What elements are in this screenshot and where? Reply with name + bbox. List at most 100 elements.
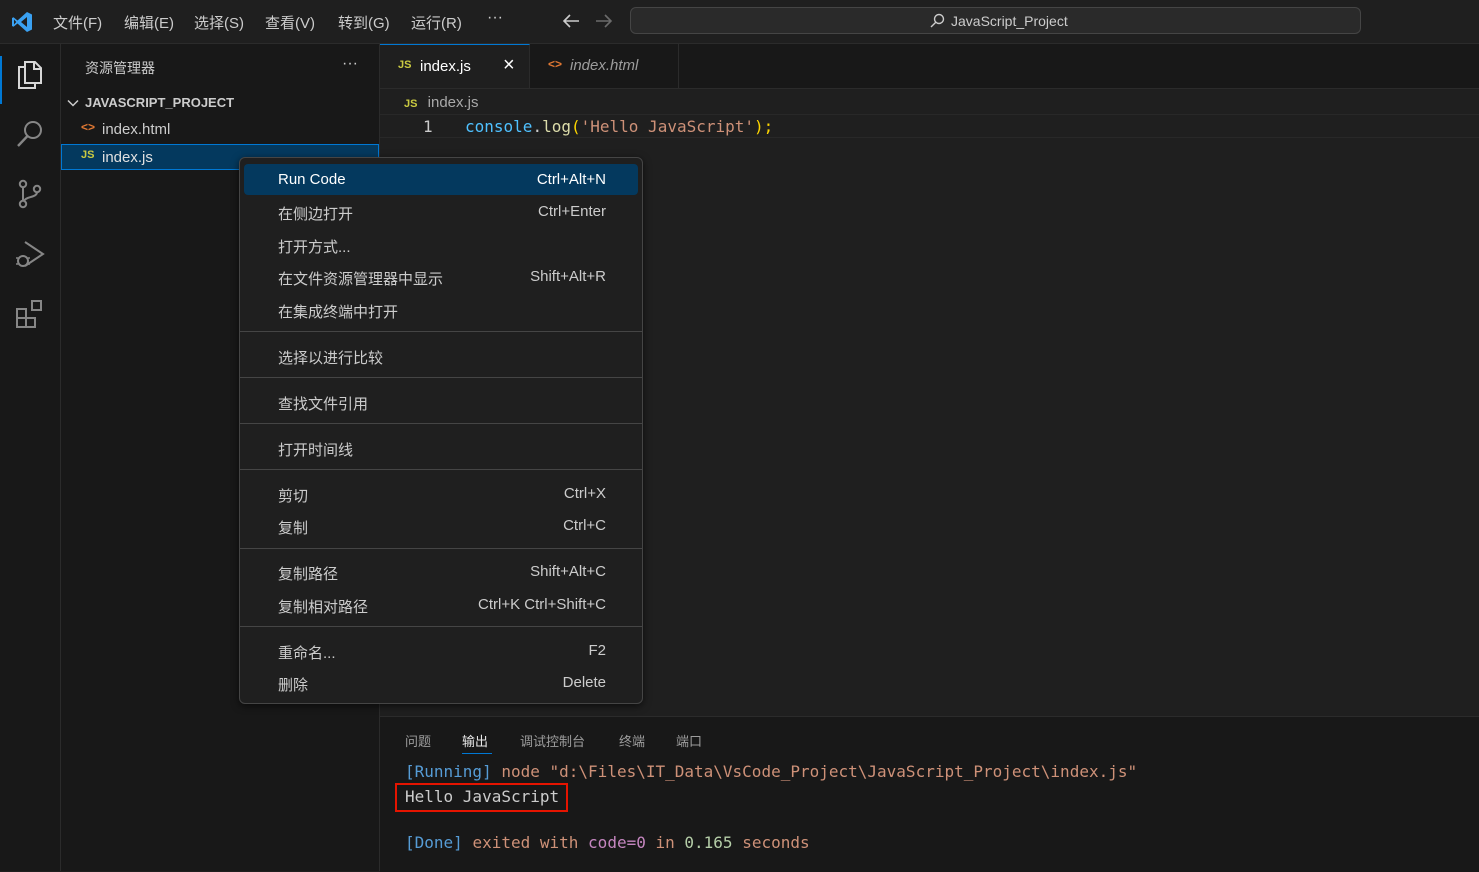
explorer-icon[interactable] xyxy=(14,58,46,90)
menu-item-open-timeline[interactable]: 打开时间线 xyxy=(244,432,638,463)
menu-item-label: 查找文件引用 xyxy=(278,396,369,413)
menu-item-label: 在集成终端中打开 xyxy=(278,304,399,321)
menu-item-label: 在文件资源管理器中显示 xyxy=(278,271,444,288)
line-number: 1 xyxy=(423,117,433,136)
menu-separator xyxy=(240,548,642,549)
menu-item-label: 剪切 xyxy=(278,488,309,505)
menu-go[interactable]: 转到(G) xyxy=(338,12,390,33)
search-icon xyxy=(930,13,945,28)
menu-edit[interactable]: 编辑(E) xyxy=(124,12,174,33)
panel-tab-ports[interactable]: 端口 xyxy=(676,731,702,750)
file-name: index.html xyxy=(102,121,171,138)
js-file-icon: JS xyxy=(398,59,412,71)
active-indicator xyxy=(0,56,2,104)
menu-item-reveal-in-explorer[interactable]: 在文件资源管理器中显示 Shift+Alt+R xyxy=(244,261,638,292)
run-debug-icon[interactable] xyxy=(14,238,46,270)
vscode-logo-icon xyxy=(12,12,32,32)
js-file-icon: JS xyxy=(81,149,95,161)
menu-item-cut[interactable]: 剪切 Ctrl+X xyxy=(244,478,638,509)
menu-item-open-with[interactable]: 打开方式... xyxy=(244,229,638,260)
menu-item-select-for-compare[interactable]: 选择以进行比较 xyxy=(244,340,638,371)
code-line[interactable]: console.log('Hello JavaScript'); xyxy=(465,117,773,136)
tab-index-js[interactable]: JS index.js × xyxy=(380,44,530,88)
menu-file[interactable]: 文件(F) xyxy=(53,12,102,33)
menu-item-shortcut: Ctrl+Enter xyxy=(538,203,606,220)
menu-item-label: 重命名... xyxy=(278,645,336,662)
close-icon[interactable]: × xyxy=(503,54,515,77)
menu-separator xyxy=(240,469,642,470)
menu-item-copy-path[interactable]: 复制路径 Shift+Alt+C xyxy=(244,556,638,587)
activity-bar xyxy=(0,44,61,871)
project-name: JAVASCRIPT_PROJECT xyxy=(85,95,235,110)
output-result: Hello JavaScript xyxy=(405,787,560,806)
menu-item-shortcut: Ctrl+X xyxy=(563,485,606,502)
code-object: console xyxy=(465,117,533,136)
done-code: code=0 xyxy=(588,833,646,852)
output-done-line: [Done] exited with code=0 in 0.165 secon… xyxy=(405,833,810,852)
running-command: node xyxy=(501,762,540,781)
menu-item-shortcut: Shift+Alt+R xyxy=(530,268,606,285)
menu-item-shortcut: Ctrl+C xyxy=(563,517,606,534)
menu-separator xyxy=(240,423,642,424)
panel-tab-debug-console[interactable]: 调试控制台 xyxy=(520,731,585,750)
menu-item-delete[interactable]: 删除 Delete xyxy=(244,667,638,698)
extensions-icon[interactable] xyxy=(14,298,46,330)
menu-item-label: 打开时间线 xyxy=(278,442,354,459)
code-function: log xyxy=(542,117,571,136)
html-file-icon: <> xyxy=(81,120,96,134)
menu-selection[interactable]: 选择(S) xyxy=(194,12,244,33)
editor-tab-bar: JS index.js × <> index.html xyxy=(380,44,1479,89)
done-in: in xyxy=(655,833,675,852)
forward-arrow-icon[interactable] xyxy=(595,13,613,29)
code-paren-open: ( xyxy=(570,117,581,136)
search-text: JavaScript_Project xyxy=(951,13,1068,29)
menu-view[interactable]: 查看(V) xyxy=(265,12,315,33)
output-running-line: [Running] node "d:\Files\IT_Data\VsCode_… xyxy=(405,762,1137,781)
done-unit: seconds xyxy=(742,833,810,852)
menu-item-open-in-terminal[interactable]: 在集成终端中打开 xyxy=(244,294,638,325)
menu-item-label: 复制 xyxy=(278,520,309,537)
done-text: exited with xyxy=(472,833,579,852)
sidebar-title: 资源管理器 xyxy=(85,60,155,76)
file-row-index-html[interactable]: <> index.html xyxy=(61,116,379,142)
running-tag: [Running] xyxy=(405,762,492,781)
menu-item-copy-relative-path[interactable]: 复制相对路径 Ctrl+K Ctrl+Shift+C xyxy=(244,589,638,620)
menu-run[interactable]: 运行(R) xyxy=(411,12,462,33)
file-name: index.js xyxy=(102,149,153,166)
tab-label: index.html xyxy=(570,57,639,74)
menu-item-run-code[interactable]: Run Code Ctrl+Alt+N xyxy=(244,164,638,195)
menu-item-shortcut: F2 xyxy=(588,642,606,659)
back-arrow-icon[interactable] xyxy=(562,13,580,29)
title-bar: 文件(F) 编辑(E) 选择(S) 查看(V) 转到(G) 运行(R) ··· … xyxy=(0,0,1479,44)
menu-item-shortcut: Shift+Alt+C xyxy=(530,563,606,580)
menu-item-open-to-side[interactable]: 在侧边打开 Ctrl+Enter xyxy=(244,196,638,227)
sidebar-more-button[interactable]: ··· xyxy=(342,55,358,73)
menu-item-label: 删除 xyxy=(278,677,309,694)
panel-tab-problems[interactable]: 问题 xyxy=(405,731,431,750)
menu-separator xyxy=(240,377,642,378)
command-center-search[interactable]: JavaScript_Project xyxy=(630,7,1361,34)
panel-tab-terminal[interactable]: 终端 xyxy=(619,731,645,750)
search-icon[interactable] xyxy=(14,118,46,150)
menu-item-label: 在侧边打开 xyxy=(278,206,354,223)
tab-label: index.js xyxy=(420,58,471,75)
html-file-icon: <> xyxy=(548,57,563,71)
menu-more[interactable]: ··· xyxy=(487,9,503,27)
panel-tab-output[interactable]: 输出 xyxy=(462,731,488,750)
menu-item-copy[interactable]: 复制 Ctrl+C xyxy=(244,510,638,541)
project-folder-row[interactable]: JAVASCRIPT_PROJECT xyxy=(61,90,379,116)
code-dot: . xyxy=(532,117,543,136)
js-file-icon: JS xyxy=(404,98,418,110)
done-tag: [Done] xyxy=(405,833,463,852)
running-path: "d:\Files\IT_Data\VsCode_Project\JavaScr… xyxy=(549,762,1138,781)
code-paren-close: ); xyxy=(754,117,774,136)
menu-item-label: Run Code xyxy=(278,171,346,188)
breadcrumb-label[interactable]: index.js xyxy=(428,94,479,111)
menu-item-label: 打开方式... xyxy=(278,239,351,256)
menu-item-rename[interactable]: 重命名... F2 xyxy=(244,635,638,666)
active-tab-underline xyxy=(462,753,492,754)
source-control-icon[interactable] xyxy=(14,178,46,210)
tab-index-html[interactable]: <> index.html xyxy=(530,44,679,88)
menu-item-find-file-references[interactable]: 查找文件引用 xyxy=(244,386,638,417)
menu-item-label: 复制相对路径 xyxy=(278,599,369,616)
